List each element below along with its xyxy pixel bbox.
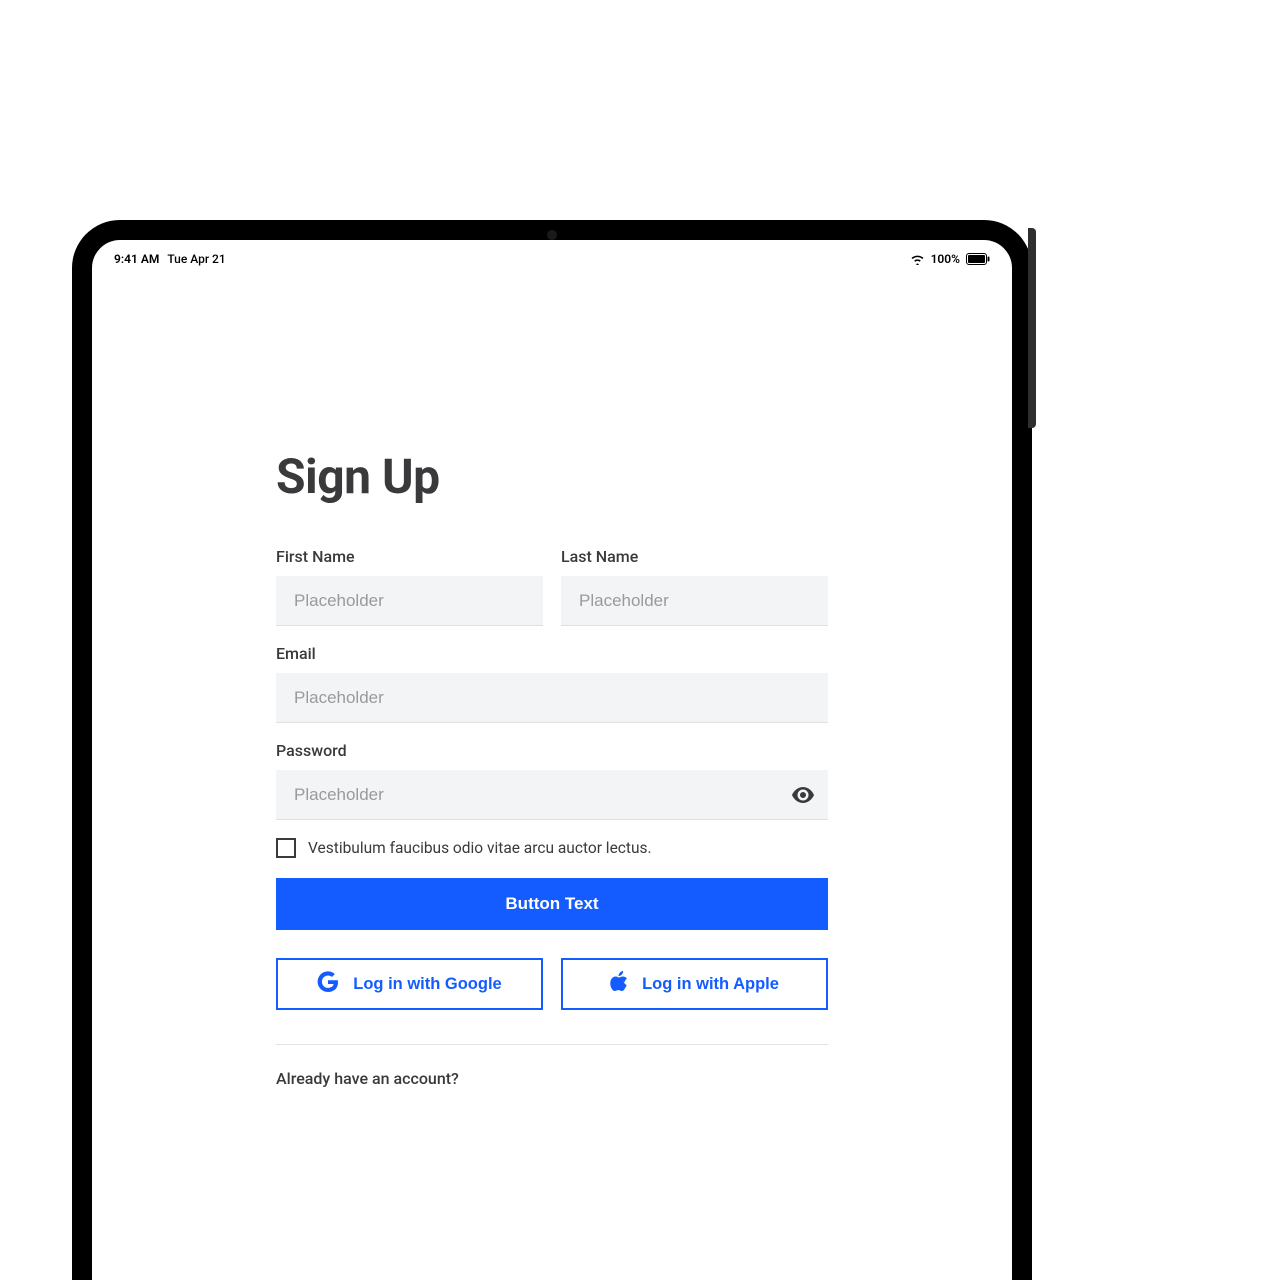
apple-login-button[interactable]: Log in with Apple: [561, 958, 828, 1010]
page-title: Sign Up: [276, 448, 828, 505]
status-right: 100%: [910, 252, 990, 266]
status-bar: 9:41 AM Tue Apr 21 100%: [92, 240, 1012, 270]
signup-form: Sign Up First Name Last Name Ema: [92, 270, 1012, 1088]
password-label: Password: [276, 741, 828, 760]
last-name-field-group: Last Name: [561, 547, 828, 626]
status-time: 9:41 AM: [114, 252, 159, 266]
last-name-input[interactable]: [561, 576, 828, 625]
first-name-label: First Name: [276, 547, 543, 566]
terms-text: Vestibulum faucibus odio vitae arcu auct…: [308, 839, 652, 857]
google-login-label: Log in with Google: [353, 975, 501, 994]
status-battery-pct: 100%: [931, 252, 960, 266]
email-field-group: Email: [276, 644, 828, 723]
password-field-group: Password: [276, 741, 828, 820]
email-input[interactable]: [276, 673, 828, 722]
device-edge: [1028, 228, 1036, 428]
google-icon: [317, 971, 339, 998]
google-login-button[interactable]: Log in with Google: [276, 958, 543, 1010]
email-label: Email: [276, 644, 828, 663]
status-left: 9:41 AM Tue Apr 21: [114, 252, 226, 266]
submit-button[interactable]: Button Text: [276, 878, 828, 930]
status-date: Tue Apr 21: [167, 252, 225, 266]
apple-icon: [610, 971, 628, 998]
terms-row: Vestibulum faucibus odio vitae arcu auct…: [276, 838, 828, 858]
tablet-frame: 9:41 AM Tue Apr 21 100% Sign Up First Na…: [72, 220, 1032, 1280]
eye-icon[interactable]: [792, 787, 814, 803]
password-input[interactable]: [276, 770, 828, 819]
battery-icon: [966, 253, 990, 265]
first-name-input[interactable]: [276, 576, 543, 625]
already-have-account-text: Already have an account?: [276, 1069, 828, 1088]
terms-checkbox[interactable]: [276, 838, 296, 858]
wifi-icon: [910, 254, 925, 265]
last-name-label: Last Name: [561, 547, 828, 566]
camera-dot: [547, 230, 557, 240]
tablet-screen: 9:41 AM Tue Apr 21 100% Sign Up First Na…: [92, 240, 1012, 1280]
first-name-field-group: First Name: [276, 547, 543, 626]
apple-login-label: Log in with Apple: [642, 975, 779, 994]
divider: [276, 1044, 828, 1045]
